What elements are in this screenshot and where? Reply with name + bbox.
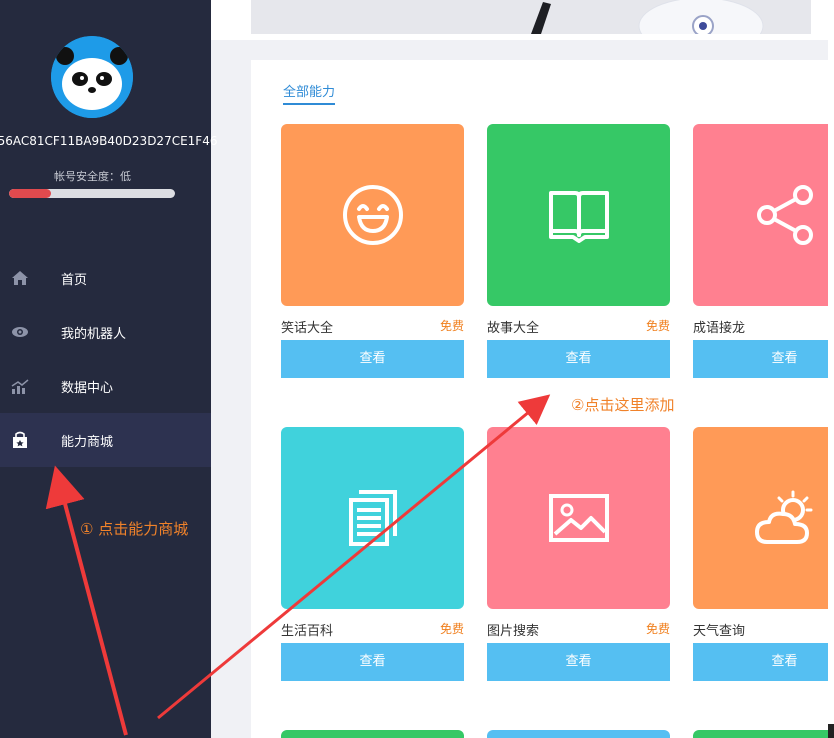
card-price: 免费 — [645, 622, 670, 636]
card-tile[interactable] — [281, 124, 464, 306]
tab-all-abilities[interactable]: 全部能力 — [283, 81, 336, 105]
laugh-icon — [342, 185, 403, 245]
ability-card: 笑话大全 免费 查看 — [281, 124, 464, 378]
ability-panel: 全部能力 笑话大全 免费 查看 故事大全 免费 查看 成语接龙 查看 生活百科 … — [251, 60, 834, 738]
document-icon — [348, 490, 397, 546]
user-id: 456AC81CF11BA9B40D23D27CE1F46 — [0, 134, 218, 148]
panda-icon — [51, 36, 133, 118]
banner-decoration — [531, 0, 764, 40]
image-icon — [548, 494, 609, 542]
card-name: 成语接龙 — [693, 321, 746, 336]
scrollbar-corner — [828, 724, 834, 738]
security-progress — [9, 189, 175, 198]
annotation-step-2: ②点击这里添加 — [571, 396, 675, 414]
card-tile[interactable] — [487, 730, 670, 738]
view-button[interactable]: 查看 — [693, 643, 834, 681]
chart-icon — [11, 379, 29, 394]
annotation-step-1: ① 点击能力商城 — [80, 520, 189, 538]
card-tile[interactable] — [693, 427, 834, 609]
sidebar-item-label: 首页 — [61, 272, 88, 288]
view-button[interactable]: 查看 — [487, 643, 670, 681]
card-tile[interactable] — [281, 730, 464, 738]
shop-icon — [13, 431, 27, 448]
card-price: 免费 — [439, 319, 464, 333]
ability-card: 生活百科 免费 查看 — [281, 427, 464, 681]
card-tile[interactable] — [693, 124, 834, 306]
card-name: 生活百科 — [281, 624, 334, 639]
card-tile[interactable] — [487, 427, 670, 609]
sidebar-item-data[interactable]: 数据中心 — [0, 359, 211, 413]
security-label: 帐号安全度：低 — [54, 170, 131, 183]
view-button[interactable]: 查看 — [281, 643, 464, 681]
share-icon — [756, 185, 813, 245]
view-button[interactable]: 查看 — [281, 340, 464, 378]
banner-image — [251, 0, 811, 40]
card-name: 图片搜索 — [487, 624, 540, 639]
security-progress-fill — [9, 189, 51, 198]
avatar[interactable] — [51, 36, 133, 118]
ability-card: 故事大全 免费 查看 — [487, 124, 670, 378]
eye-icon — [12, 327, 28, 337]
ability-card: 图片搜索 免费 查看 — [487, 427, 670, 681]
card-name: 笑话大全 — [281, 321, 334, 336]
sidebar-item-robot[interactable]: 我的机器人 — [0, 305, 211, 359]
weather-icon — [754, 490, 812, 544]
card-price: 免费 — [439, 622, 464, 636]
card-name: 天气查询 — [693, 624, 746, 639]
card-price: 免费 — [645, 319, 670, 333]
scrollbar-track[interactable] — [828, 0, 834, 738]
view-button[interactable]: 查看 — [693, 340, 834, 378]
sidebar-item-home[interactable]: 首页 — [0, 251, 211, 305]
sidebar-item-label: 数据中心 — [61, 380, 114, 396]
sidebar-item-label: 我的机器人 — [61, 326, 127, 342]
home-icon — [12, 271, 28, 285]
sidebar-item-shop[interactable]: 能力商城 — [0, 413, 211, 467]
sidebar-item-label: 能力商城 — [61, 434, 114, 450]
top-banner — [211, 0, 834, 40]
card-tile[interactable] — [487, 124, 670, 306]
card-name: 故事大全 — [487, 321, 540, 336]
card-tile[interactable] — [693, 730, 834, 738]
ability-card: 成语接龙 查看 — [693, 124, 834, 378]
ability-card: 天气查询 查看 — [693, 427, 834, 681]
book-icon — [548, 191, 609, 243]
card-tile[interactable] — [281, 427, 464, 609]
sidebar: 456AC81CF11BA9B40D23D27CE1F46 帐号安全度：低 首页… — [0, 0, 217, 738]
view-button[interactable]: 查看 — [487, 340, 670, 378]
